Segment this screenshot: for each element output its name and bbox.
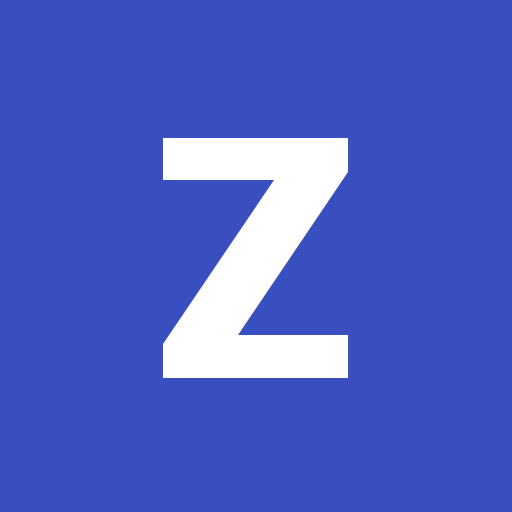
app-icon-tile: Z [0, 0, 512, 512]
letter-z-glyph [163, 138, 348, 378]
